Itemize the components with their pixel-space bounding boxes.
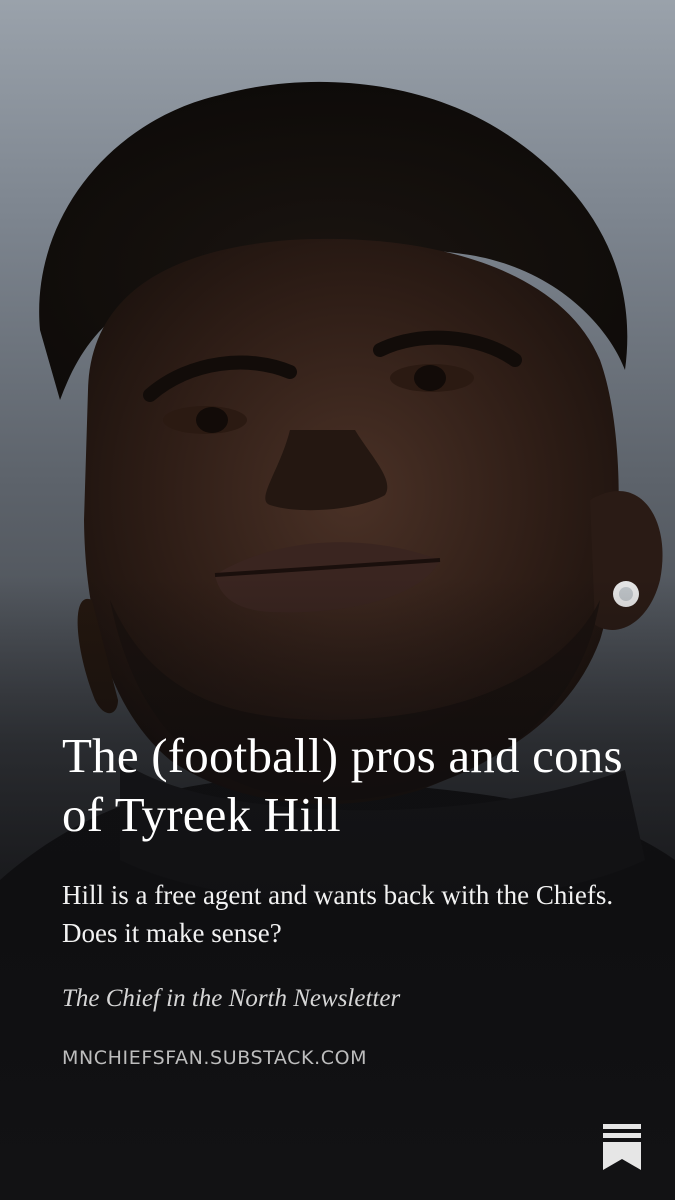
post-subtitle: Hill is a free agent and wants back with… bbox=[62, 880, 614, 948]
publication-domain: MNCHIEFSFAN.SUBSTACK.COM bbox=[62, 1047, 368, 1069]
publication-name: The Chief in the North Newsletter bbox=[62, 985, 401, 1012]
share-card: The (football) pros and cons of Tyreek H… bbox=[0, 0, 675, 1200]
substack-bookmark-icon bbox=[603, 1124, 641, 1170]
post-title: The (football) pros and cons of Tyreek H… bbox=[62, 728, 623, 842]
text-backdrop-gradient bbox=[0, 0, 675, 1200]
